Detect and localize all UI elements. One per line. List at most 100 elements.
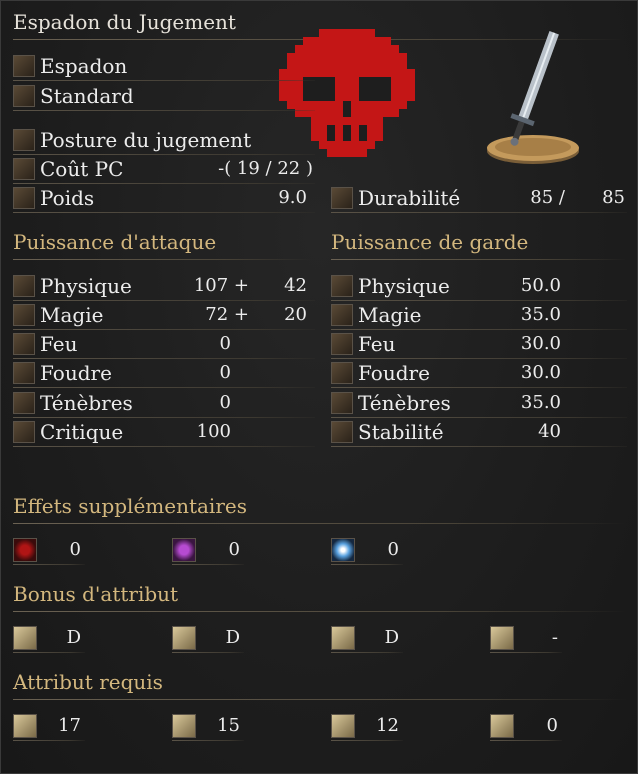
- bonus-title: Bonus d'attribut: [13, 582, 179, 606]
- requirement-value: 15: [217, 715, 240, 736]
- guard-value: 30.0: [520, 362, 561, 383]
- info-row-type: Espadon: [13, 53, 315, 81]
- requirement-value: 0: [546, 715, 558, 736]
- guard-value: 40: [538, 421, 561, 442]
- guard-label: Physique: [358, 274, 450, 298]
- attack-label: Critique: [40, 420, 124, 444]
- item-details-panel: Espadon du Jugement Espadon Standard Pos…: [0, 0, 638, 774]
- strength-icon: [13, 626, 37, 650]
- guard-row-lightning: Foudre 30.0: [331, 360, 627, 388]
- requirements-divider: [13, 699, 627, 700]
- weapon-name: Espadon du Jugement: [13, 10, 236, 34]
- skill-icon: [13, 129, 35, 151]
- bonus-value: D: [66, 627, 81, 648]
- weapon-type: Espadon: [40, 54, 128, 78]
- guard-row-stability: Stabilité 40: [331, 419, 627, 447]
- requirement-faith: 0: [490, 713, 562, 741]
- attack-label: Foudre: [40, 361, 112, 385]
- guard-value: 30.0: [520, 333, 561, 354]
- durability-max: 85: [602, 187, 625, 208]
- attack-divider: [13, 259, 313, 260]
- requirement-intelligence: 12: [331, 713, 403, 741]
- attack-bonus: 20: [284, 304, 307, 325]
- dark-guard-icon: [331, 392, 353, 414]
- physical-guard-icon: [331, 275, 353, 297]
- attack-label: Physique: [40, 274, 132, 298]
- requirement-dexterity: 15: [172, 713, 244, 741]
- attack-row-lightning: Foudre 0: [13, 360, 315, 388]
- attack-row-fire: Feu 0: [13, 331, 315, 359]
- guard-value: 35.0: [520, 392, 561, 413]
- intelligence-icon: [331, 626, 355, 650]
- effects-divider: [13, 523, 627, 524]
- bonus-value: D: [225, 627, 240, 648]
- durability-current: 85 /: [530, 187, 565, 208]
- dark-attack-icon: [13, 392, 35, 414]
- bonus-dexterity: D: [172, 625, 244, 653]
- effect-value: 0: [228, 539, 240, 560]
- requirements-title: Attribut requis: [13, 670, 163, 694]
- skill-name: Posture du jugement: [40, 128, 252, 152]
- guard-row-fire: Feu 30.0: [331, 331, 627, 359]
- magic-attack-icon: [13, 304, 35, 326]
- attack-row-critical: Critique 100: [13, 419, 315, 447]
- guard-label: Magie: [358, 303, 422, 327]
- effect-bleed: 0: [13, 537, 85, 565]
- attack-label: Magie: [40, 303, 104, 327]
- fp-value: -( 19 / 22 ): [218, 158, 313, 179]
- fire-guard-icon: [331, 333, 353, 355]
- guard-value: 35.0: [520, 304, 561, 325]
- attack-row-dark: Ténèbres 0: [13, 390, 315, 418]
- bonus-value: -: [551, 627, 558, 648]
- info-row-fp: Coût PC -( 19 / 22 ): [13, 156, 315, 184]
- intelligence-icon: [331, 714, 355, 738]
- fp-label: Coût PC: [40, 157, 124, 181]
- info-row-skill: Posture du jugement: [13, 127, 315, 155]
- guard-label: Foudre: [358, 361, 430, 385]
- effect-poison: 0: [172, 537, 244, 565]
- magic-guard-icon: [331, 304, 353, 326]
- attack-type-icon: [13, 85, 35, 107]
- effects-title: Effets supplémentaires: [13, 494, 247, 518]
- attack-base: 0: [219, 333, 231, 354]
- effect-value: 0: [69, 539, 81, 560]
- requirement-strength: 17: [13, 713, 85, 741]
- attack-bonus: 42: [284, 275, 307, 296]
- bonus-faith: -: [490, 625, 562, 653]
- dexterity-icon: [172, 714, 196, 738]
- guard-value: 50.0: [520, 275, 561, 296]
- dexterity-icon: [172, 626, 196, 650]
- guard-label: Feu: [358, 332, 396, 356]
- lightning-attack-icon: [13, 362, 35, 384]
- bonus-strength: D: [13, 625, 85, 653]
- lightning-guard-icon: [331, 362, 353, 384]
- bonus-intelligence: D: [331, 625, 403, 653]
- requirement-value: 17: [58, 715, 81, 736]
- guard-row-physical: Physique 50.0: [331, 273, 627, 301]
- weight-value: 9.0: [278, 187, 307, 208]
- requirement-value: 12: [376, 715, 399, 736]
- durability-icon: [331, 187, 353, 209]
- attack-base: 0: [219, 392, 231, 413]
- info-row-attack: Standard: [13, 83, 315, 111]
- bleed-icon: [13, 538, 37, 562]
- guard-row-magic: Magie 35.0: [331, 302, 627, 330]
- attack-base: 72 +: [205, 304, 249, 325]
- guard-label: Ténèbres: [358, 391, 451, 415]
- strength-icon: [13, 714, 37, 738]
- attack-base: 107 +: [193, 275, 249, 296]
- fp-icon: [13, 158, 35, 180]
- faith-icon: [490, 714, 514, 738]
- stability-icon: [331, 421, 353, 443]
- bonus-divider: [13, 611, 627, 612]
- guard-divider: [331, 259, 627, 260]
- weapon-type-icon: [13, 55, 35, 77]
- critical-icon: [13, 421, 35, 443]
- attack-base: 100: [196, 421, 231, 442]
- info-row-weight: Poids 9.0: [13, 185, 315, 213]
- attack-base: 0: [219, 362, 231, 383]
- sword-image: [487, 31, 579, 164]
- attack-label: Feu: [40, 332, 78, 356]
- guard-title: Puissance de garde: [331, 230, 529, 254]
- poison-icon: [172, 538, 196, 562]
